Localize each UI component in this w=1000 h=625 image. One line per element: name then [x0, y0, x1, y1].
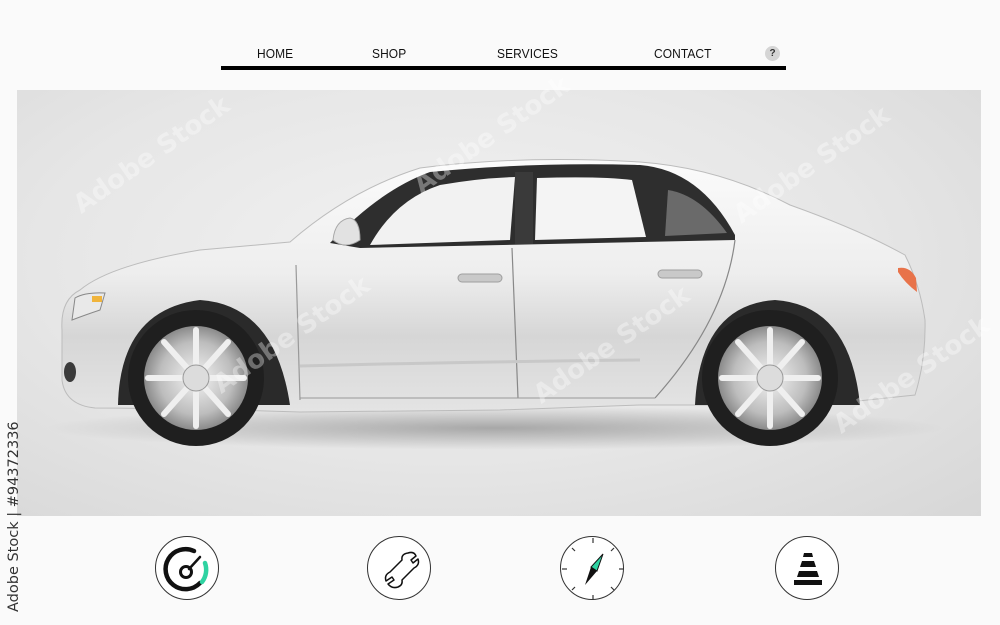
speedometer-icon	[163, 546, 209, 592]
rear-wheel	[702, 310, 838, 446]
compass-button[interactable]	[560, 536, 624, 600]
nav-contact-link[interactable]: CONTACT	[654, 46, 712, 61]
nav-services-link[interactable]: SERVICES	[497, 46, 558, 61]
nav-underline-divider	[221, 66, 786, 70]
help-icon[interactable]: ?	[765, 46, 780, 61]
top-navigation: HOME SHOP SERVICES CONTACT ?	[221, 38, 786, 70]
rear-door-handle	[657, 269, 703, 279]
car-image	[45, 159, 945, 450]
traffic-cone-icon	[794, 553, 822, 585]
wrench-icon	[384, 551, 420, 589]
wrench-button[interactable]	[367, 536, 431, 600]
car-rear-window	[535, 177, 646, 240]
front-wheel	[128, 310, 264, 446]
front-door-handle	[457, 273, 503, 283]
nav-shop-link[interactable]: SHOP	[372, 46, 406, 61]
hero-banner	[17, 90, 981, 516]
compass-icon	[562, 538, 624, 600]
nav-home-link[interactable]: HOME	[257, 46, 293, 61]
traffic-cone-button[interactable]	[775, 536, 839, 600]
stock-credit-text: Adobe Stock | #94372336	[6, 421, 22, 612]
speedometer-button[interactable]	[155, 536, 219, 600]
